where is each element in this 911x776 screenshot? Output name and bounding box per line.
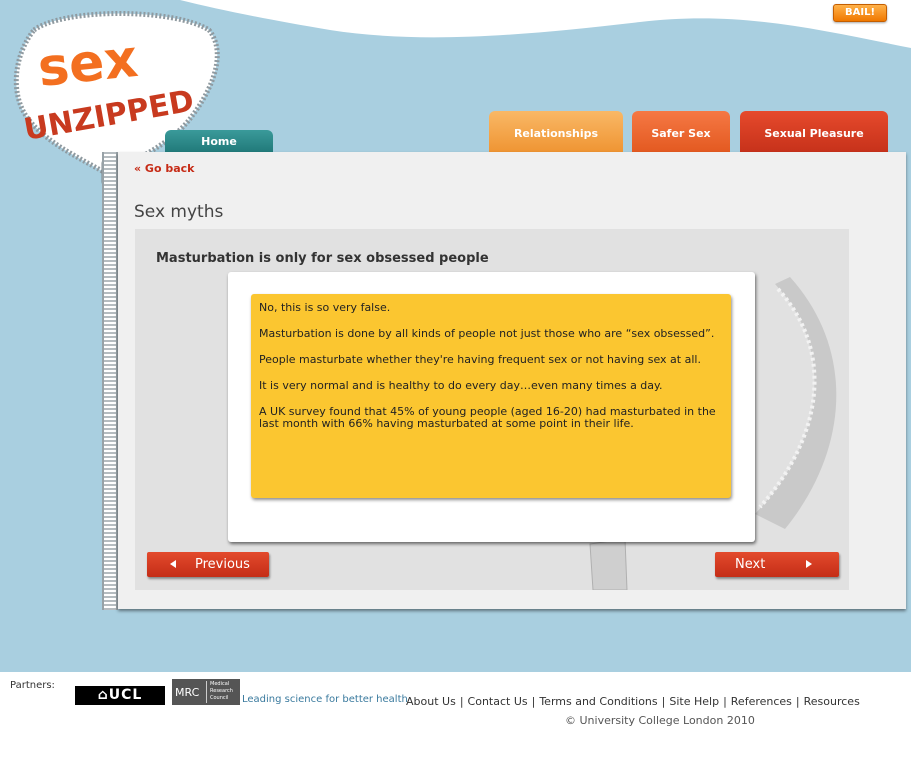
separator: |: [531, 695, 536, 708]
footer-link-resources[interactable]: Resources: [804, 695, 860, 708]
arrow-left-icon: [170, 560, 176, 568]
svg-text:sex: sex: [35, 29, 140, 99]
footer-link-terms[interactable]: Terms and Conditions: [539, 695, 657, 708]
mrc-logo-text: MRC: [175, 686, 200, 699]
tab-home[interactable]: Home: [165, 130, 273, 154]
answer-paragraph: Masturbation is done by all kinds of peo…: [259, 327, 715, 340]
ucl-logo[interactable]: ⌂UCL: [75, 686, 165, 705]
separator: |: [661, 695, 666, 708]
footer-link-references[interactable]: References: [731, 695, 792, 708]
main-content: « Go back Sex myths Masturbation is only…: [118, 152, 906, 609]
answer-paragraph: It is very normal and is healthy to do e…: [259, 379, 663, 392]
mrc-logo-subtext: Medical Research Council: [206, 681, 240, 703]
previous-label: Previous: [195, 557, 250, 572]
go-back-link[interactable]: « Go back: [134, 162, 194, 175]
bail-button[interactable]: BAIL!: [833, 4, 887, 22]
answer-card: No, this is so very false. Masturbation …: [228, 272, 755, 542]
answer-paragraph: People masturbate whether they're having…: [259, 353, 701, 366]
footer-link-help[interactable]: Site Help: [669, 695, 719, 708]
partners-label: Partners:: [10, 680, 55, 691]
tab-sexual-pleasure[interactable]: Sexual Pleasure: [740, 111, 888, 153]
zipper-strip: [102, 152, 118, 610]
next-label: Next: [735, 557, 766, 572]
mrc-tagline: Leading science for better health: [242, 694, 408, 705]
mrc-logo[interactable]: MRC Medical Research Council: [172, 679, 240, 705]
page-title: Sex myths: [134, 202, 224, 222]
footer-link-about[interactable]: About Us: [406, 695, 456, 708]
footer-link-contact[interactable]: Contact Us: [468, 695, 528, 708]
myth-panel: Masturbation is only for sex obsessed pe…: [135, 229, 849, 590]
arrow-right-icon: [806, 560, 812, 568]
copyright: © University College London 2010: [565, 714, 755, 727]
answer-paragraph: A UK survey found that 45% of young peop…: [259, 405, 716, 430]
next-button[interactable]: Next: [715, 552, 839, 577]
separator: |: [795, 695, 800, 708]
footer-links: About Us | Contact Us | Terms and Conditions…: [406, 695, 860, 708]
tab-relationships[interactable]: Relationships: [489, 111, 623, 153]
previous-button[interactable]: Previous: [147, 552, 269, 577]
separator: |: [723, 695, 727, 708]
answer-box: No, this is so very false. Masturbation …: [251, 294, 731, 498]
myth-question: Masturbation is only for sex obsessed pe…: [156, 251, 489, 266]
answer-paragraph: No, this is so very false.: [259, 301, 391, 314]
separator: |: [459, 695, 464, 708]
tab-safer-sex[interactable]: Safer Sex: [632, 111, 730, 153]
